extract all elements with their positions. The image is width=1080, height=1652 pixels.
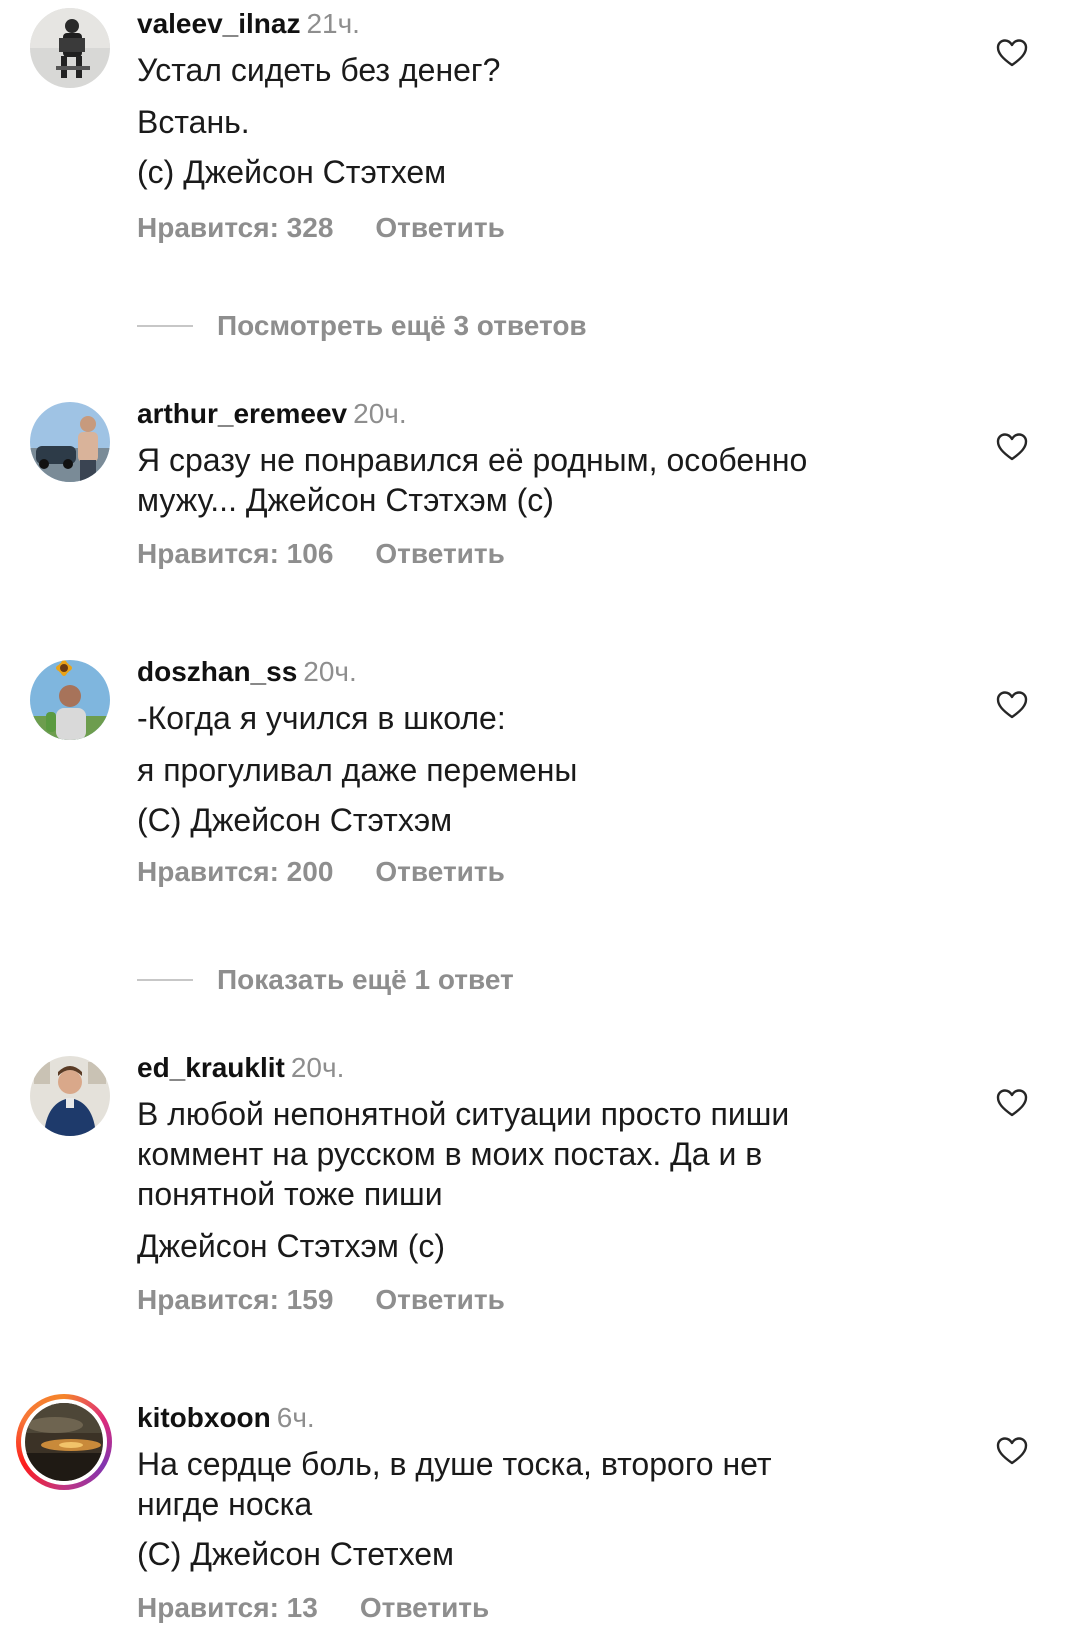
comment-text-line: Джейсон Стэтхэм (с): [137, 1228, 446, 1264]
comment-actions: Нравится: 200 Ответить: [137, 856, 505, 888]
person-with-accordion-photo-icon: [30, 8, 110, 88]
heart-icon: [996, 39, 1028, 67]
reply-button[interactable]: Ответить: [375, 856, 504, 887]
like-heart-button[interactable]: [996, 1436, 1028, 1466]
like-heart-button[interactable]: [996, 690, 1028, 720]
heart-icon: [996, 691, 1028, 719]
divider: [137, 325, 193, 327]
comment-text-line: На сердце боль, в душе тоска, второго не…: [137, 1446, 772, 1482]
timestamp: 20ч.: [353, 398, 407, 429]
man-in-shirt-photo-icon: [30, 1056, 110, 1136]
reply-button[interactable]: Ответить: [375, 1284, 504, 1315]
likes-count[interactable]: Нравится: 200: [137, 856, 333, 887]
comment-header: valeev_ilnaz 21ч.: [137, 6, 957, 42]
heart-icon: [996, 433, 1028, 461]
comment-header: doszhan_ss 20ч.: [137, 654, 957, 690]
comment-actions: Нравится: 106 Ответить: [137, 538, 505, 570]
comment-text-line: Устал сидеть без денег?: [137, 52, 501, 88]
comment-text-line: нигде носка: [137, 1486, 313, 1522]
comment-actions: Нравится: 159 Ответить: [137, 1284, 505, 1316]
likes-count[interactable]: Нравится: 106: [137, 538, 333, 569]
comment-body: ed_krauklit 20ч. В любой непонятной ситуа…: [137, 1050, 957, 1264]
comment-item: kitobxoon 6ч. На сердце боль, в душе тоск…: [0, 1394, 1080, 1640]
divider: [137, 979, 193, 981]
reply-button[interactable]: Ответить: [375, 212, 504, 243]
comment-header: arthur_eremeev 20ч.: [137, 396, 957, 432]
comment-body: arthur_eremeev 20ч. Я сразу не понравился…: [137, 396, 957, 518]
comment-item: valeev_ilnaz 21ч. Устал сидеть без денег?…: [0, 6, 1080, 246]
comments-feed: valeev_ilnaz 21ч. Устал сидеть без денег?…: [0, 0, 1080, 1652]
man-with-sunflower-photo-icon: [30, 660, 110, 740]
comment-body: valeev_ilnaz 21ч. Устал сидеть без денег?…: [137, 6, 957, 190]
comment-item: arthur_eremeev 20ч. Я сразу не понравился…: [0, 396, 1080, 586]
comment-text-line: коммент на русском в моих постах. Да и в: [137, 1136, 763, 1172]
comment-text-line: Я сразу не понравился её родным, особенн…: [137, 442, 808, 478]
avatar[interactable]: [30, 1056, 110, 1136]
view-more-replies-label: Посмотреть ещё 3 ответов: [217, 310, 587, 341]
story-ring-gap: [21, 1399, 107, 1485]
comment-text-line: понятной тоже пиши: [137, 1176, 443, 1212]
timestamp: 20ч.: [303, 656, 357, 687]
comment-text-line: (С) Джейсон Стетхем: [137, 1536, 455, 1572]
comment-item: ed_krauklit 20ч. В любой непонятной ситуа…: [0, 1050, 1080, 1330]
avatar[interactable]: [30, 660, 110, 740]
comment-text-line: (с) Джейсон Стэтхем: [137, 154, 447, 190]
sunset-clouds-photo-icon: [25, 1403, 103, 1481]
timestamp: 6ч.: [276, 1402, 315, 1433]
man-by-car-photo-icon: [30, 402, 110, 482]
timestamp: 20ч.: [290, 1052, 345, 1083]
comment-text-line: я прогуливал даже перемены: [137, 752, 578, 788]
reply-button[interactable]: Ответить: [375, 538, 504, 569]
comment-text-line: В любой непонятной ситуации просто пиши: [137, 1096, 790, 1132]
like-heart-button[interactable]: [996, 1088, 1028, 1118]
comment-actions: Нравится: 13 Ответить: [137, 1592, 489, 1624]
timestamp: 21ч.: [306, 8, 360, 39]
username[interactable]: doszhan_ss: [137, 656, 297, 687]
like-heart-button[interactable]: [996, 432, 1028, 462]
comment-text-line: Встань.: [137, 104, 250, 140]
reply-button[interactable]: Ответить: [360, 1592, 489, 1623]
likes-count[interactable]: Нравится: 13: [137, 1592, 318, 1623]
comment-body: doszhan_ss 20ч. -Когда я учился в школе: …: [137, 654, 957, 838]
likes-count[interactable]: Нравится: 159: [137, 1284, 333, 1315]
comment-body: kitobxoon 6ч. На сердце боль, в душе тоск…: [137, 1400, 957, 1572]
username[interactable]: kitobxoon: [137, 1402, 271, 1433]
heart-icon: [996, 1089, 1028, 1117]
comment-actions: Нравится: 328 Ответить: [137, 212, 505, 244]
avatar-with-story-ring[interactable]: [16, 1394, 112, 1490]
likes-count[interactable]: Нравится: 328: [137, 212, 333, 243]
comment-text-line: мужу... Джейсон Стэтхэм (с): [137, 482, 554, 518]
comment-item: doszhan_ss 20ч. -Когда я учился в школе: …: [0, 654, 1080, 894]
comment-header: kitobxoon 6ч.: [137, 1400, 957, 1436]
comment-text-line: -Когда я учился в школе:: [137, 700, 506, 736]
comment-header: ed_krauklit 20ч.: [137, 1050, 957, 1086]
comment-text-line: (С) Джейсон Стэтхэм: [137, 802, 453, 838]
username[interactable]: arthur_eremeev: [137, 398, 347, 429]
like-heart-button[interactable]: [996, 38, 1028, 68]
avatar[interactable]: [30, 402, 110, 482]
avatar[interactable]: [30, 8, 110, 88]
heart-icon: [996, 1437, 1028, 1465]
username[interactable]: ed_krauklit: [137, 1052, 285, 1083]
username[interactable]: valeev_ilnaz: [137, 8, 300, 39]
show-more-replies-label: Показать ещё 1 ответ: [217, 964, 514, 995]
